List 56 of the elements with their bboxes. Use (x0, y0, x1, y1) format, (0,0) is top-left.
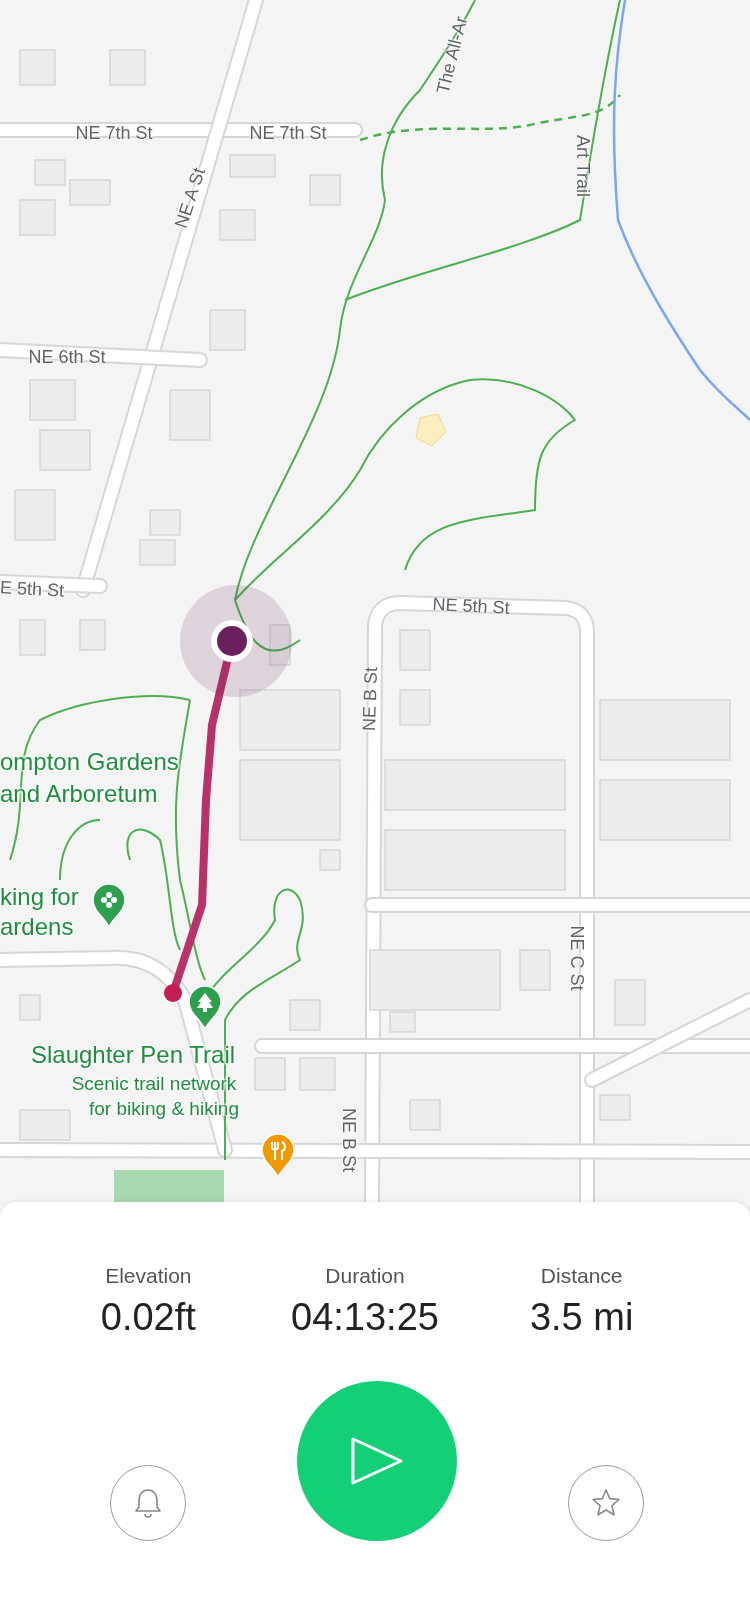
stat-value: 3.5 mi (529, 1296, 634, 1339)
building (209, 309, 246, 351)
building (169, 389, 211, 441)
map-label: NE 7th St (75, 124, 153, 142)
restaurant-pin-icon[interactable] (261, 1134, 295, 1178)
map-label: NE B St (340, 1108, 358, 1172)
stat-label: Elevation (105, 1264, 192, 1288)
building (254, 1057, 286, 1091)
map-label: NE 5th St (432, 595, 510, 617)
play-icon (349, 1436, 405, 1486)
building (399, 689, 431, 726)
map-label: NE B St (359, 666, 381, 732)
building (19, 199, 56, 236)
building (614, 979, 646, 1026)
building (319, 849, 341, 871)
building (399, 629, 431, 671)
building (29, 379, 76, 421)
building (69, 179, 111, 206)
building (269, 624, 291, 666)
building (149, 509, 181, 536)
map-label: NE A St (171, 165, 209, 231)
pond-shape (415, 413, 447, 447)
building (299, 1057, 336, 1091)
building (309, 174, 341, 206)
map-label: The All-Ar (433, 14, 471, 96)
map-label: ardens (0, 915, 74, 939)
tree-pin-icon[interactable] (188, 986, 222, 1030)
map-label: NE C St (568, 925, 586, 991)
building (139, 539, 176, 566)
stat-value: 04:13:25 (291, 1296, 439, 1339)
building (599, 1094, 631, 1121)
building (19, 49, 56, 86)
route-start-dot (164, 984, 182, 1002)
map-label: king for (0, 885, 79, 909)
stat-value: 0.02ft (100, 1296, 196, 1339)
map-label: Art Trail (574, 135, 592, 197)
location-marker-icon (180, 585, 292, 697)
building (19, 619, 46, 656)
building (39, 429, 91, 471)
stat-label: Distance (540, 1264, 623, 1288)
building (229, 154, 276, 178)
building (19, 1109, 71, 1141)
building (409, 1099, 441, 1131)
building (519, 949, 551, 991)
building (219, 209, 256, 241)
building (34, 159, 66, 186)
building (109, 49, 146, 86)
flower-pin-icon[interactable] (92, 884, 126, 928)
map-label: NE 6th St (28, 348, 106, 366)
stat-label: Duration (325, 1264, 405, 1288)
map-label: NE 7th St (249, 124, 327, 142)
building (289, 999, 321, 1031)
building (14, 489, 56, 541)
building (79, 619, 106, 651)
map-label: E 5th St (0, 578, 65, 600)
building (19, 994, 41, 1021)
